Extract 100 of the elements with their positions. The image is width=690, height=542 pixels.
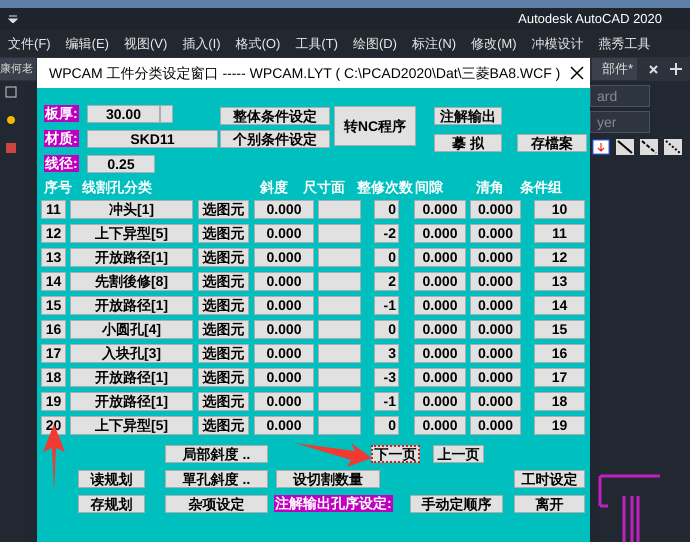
type-button[interactable]: 开放路径[1] [70,368,193,387]
plus-icon[interactable] [670,63,682,75]
input-field[interactable]: 0.000 [414,296,466,315]
select-button[interactable]: 选图元 [198,392,249,411]
input-field[interactable]: 0.000 [254,200,314,219]
input-field[interactable] [318,200,361,219]
button[interactable]: 工时设定 [514,470,585,488]
close-icon[interactable] [570,66,584,80]
input-field[interactable]: 0.000 [254,296,314,315]
input-field[interactable]: 0.000 [470,392,521,411]
input-field[interactable]: 13 [534,272,585,291]
button[interactable]: 注解输出 [434,107,502,125]
input-field[interactable]: -1 [374,392,399,411]
file-tab[interactable]: 部件* [592,58,637,80]
type-button[interactable]: 入块孔[3] [70,344,193,363]
input-field[interactable]: 19 [534,416,585,435]
input-field[interactable] [318,416,361,435]
button[interactable]: 上一页 [433,445,484,463]
dimension-icon[interactable] [592,139,610,155]
menu-item[interactable]: 冲模设计 [532,34,584,54]
type-button[interactable]: 上下异型[5] [70,416,193,435]
select-button[interactable]: 选图元 [198,344,249,363]
input-field[interactable]: 12 [534,248,585,267]
value-field[interactable]: SKD11 [87,130,218,148]
select-button[interactable]: 选图元 [198,272,249,291]
input-field[interactable] [318,224,361,243]
input-field[interactable]: 0.000 [254,392,314,411]
select-button[interactable]: 选图元 [198,320,249,339]
button[interactable]: 下一页 [371,445,420,463]
type-button[interactable]: 冲头[1] [70,200,193,219]
button[interactable]: 單孔斜度 .. [165,470,268,488]
select-button[interactable]: 选图元 [198,224,249,243]
button[interactable]: 离开 [514,495,585,513]
input-field[interactable]: 0.000 [414,392,466,411]
menu-item[interactable]: 文件(F) [8,34,51,54]
line-icon[interactable] [616,139,634,155]
button[interactable]: 转NC程序 [334,106,416,146]
menu-item[interactable]: 视图(V) [124,34,168,54]
input-field[interactable]: 0.000 [470,344,521,363]
button[interactable]: 设切割数量 [276,470,380,488]
line-icon[interactable] [664,139,682,155]
menu-item[interactable]: 标注(N) [412,34,456,54]
input-field[interactable] [318,272,361,291]
input-field[interactable] [318,296,361,315]
button[interactable]: 整体条件设定 [220,107,330,125]
input-field[interactable]: 0.000 [470,416,521,435]
select-button[interactable]: 选图元 [198,368,249,387]
input-field[interactable]: 0.000 [414,248,466,267]
select-button[interactable]: 选图元 [198,296,249,315]
select-button[interactable]: 选图元 [198,200,249,219]
input-field[interactable]: 3 [374,344,399,363]
type-button[interactable]: 上下异型[5] [70,224,193,243]
input-field[interactable]: 0.000 [414,368,466,387]
input-field[interactable]: 0 [374,320,399,339]
input-field[interactable]: 0.000 [470,296,521,315]
select-button[interactable]: 选图元 [198,416,249,435]
input-field[interactable]: 0.000 [414,344,466,363]
input-field[interactable]: -2 [374,224,399,243]
menu-item[interactable]: 燕秀工具 [598,34,651,54]
input-field[interactable]: 10 [534,200,585,219]
menu-caret-icon[interactable] [8,15,18,23]
input-field[interactable]: 0 [374,200,399,219]
menu-item[interactable]: 修改(M) [471,34,517,54]
input-field[interactable]: 0 [374,248,399,267]
input-field[interactable]: 0.000 [254,320,314,339]
menu-item[interactable]: 工具(T) [295,34,338,54]
input-field[interactable]: 0 [374,416,399,435]
input-field[interactable]: 16 [534,344,585,363]
input-field[interactable] [318,368,361,387]
input-field[interactable]: 0.000 [470,368,521,387]
value-field[interactable]: 30.00 [87,105,160,123]
type-button[interactable]: 先割後修[8] [70,272,193,291]
menu-item[interactable]: 编辑(E) [66,34,109,54]
tool-icon[interactable] [4,85,18,99]
small-field[interactable] [160,105,173,123]
menu-item[interactable]: 格式(O) [236,34,280,54]
input-field[interactable]: 0.000 [414,272,466,291]
input-field[interactable] [318,344,361,363]
input-field[interactable]: 0.000 [254,224,314,243]
input-field[interactable]: 0.000 [254,248,314,267]
button[interactable]: 存规划 [78,495,145,513]
input-field[interactable]: 0.000 [254,416,314,435]
input-field[interactable]: 15 [534,320,585,339]
input-field[interactable]: 17 [534,368,585,387]
input-field[interactable] [318,248,361,267]
input-field[interactable]: 0.000 [414,416,466,435]
input-field[interactable]: 0.000 [254,368,314,387]
input-field[interactable]: -1 [374,296,399,315]
select-button[interactable]: 选图元 [198,248,249,267]
type-button[interactable]: 开放路径[1] [70,248,193,267]
input-field[interactable]: 0.000 [470,224,521,243]
line-icon[interactable] [640,139,658,155]
input-field[interactable]: 2 [374,272,399,291]
menu-item[interactable]: 插入(I) [182,34,221,54]
input-field[interactable]: 11 [534,224,585,243]
input-field[interactable] [318,320,361,339]
input-field[interactable]: 18 [534,392,585,411]
sun-icon[interactable] [4,113,18,127]
input-field[interactable] [318,392,361,411]
button[interactable]: 个别条件设定 [220,130,330,148]
